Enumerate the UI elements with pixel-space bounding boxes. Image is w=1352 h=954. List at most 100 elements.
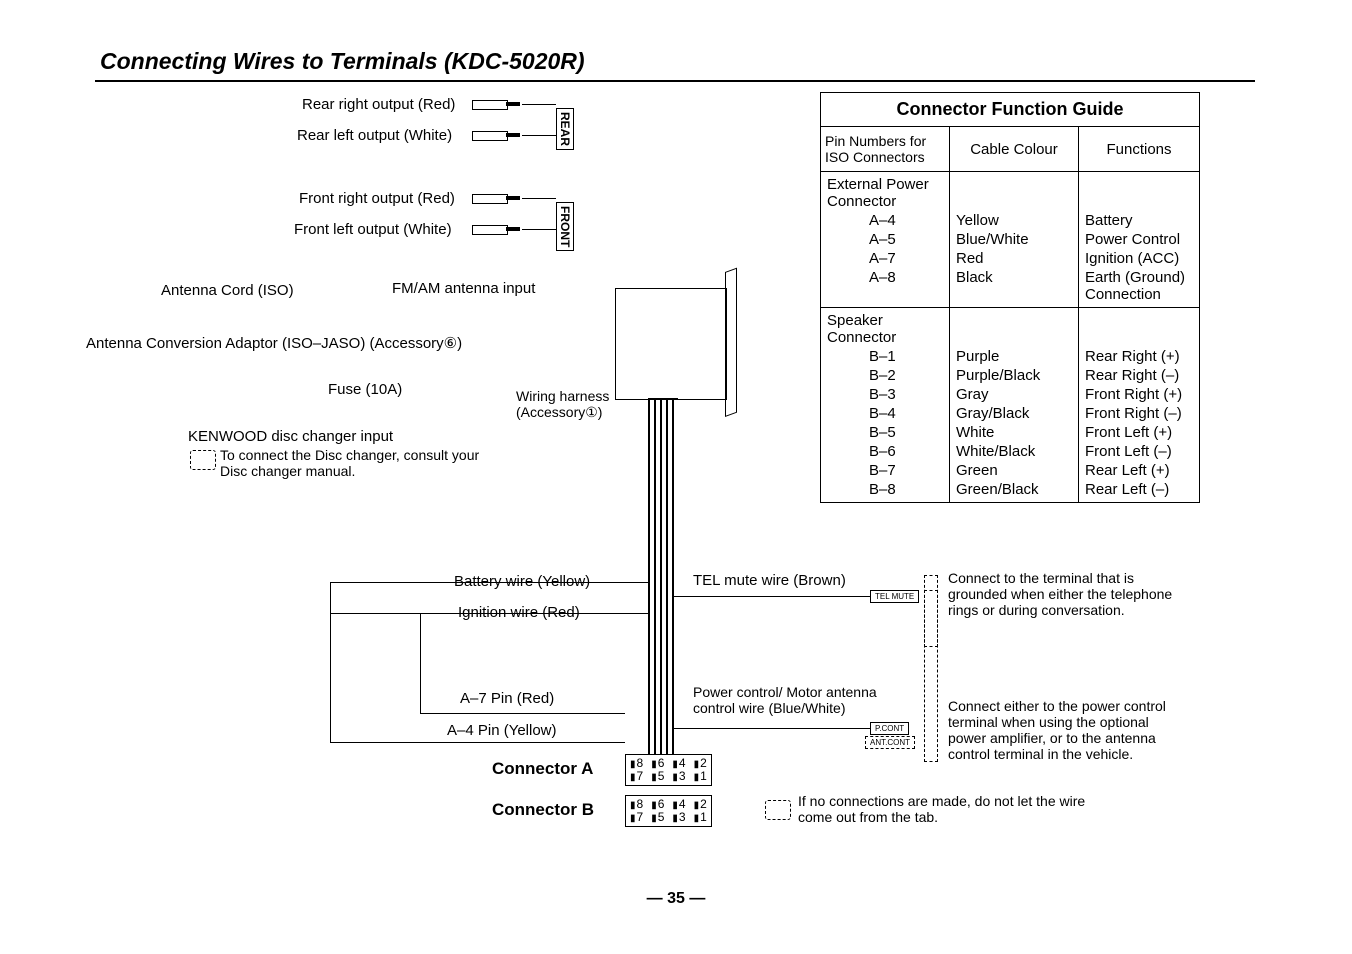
tag-pcont: P.CONT (870, 722, 909, 735)
wire-pcont (672, 728, 870, 729)
label-front-right-output: Front right output (Red) (299, 190, 455, 207)
guide-title: Connector Function Guide (821, 93, 1200, 127)
wire-batt-v (330, 582, 331, 742)
note-power-control: Connect either to the power control term… (948, 698, 1166, 762)
wire-batt (330, 582, 648, 583)
label-connector-b: Connector B (492, 800, 594, 820)
head-unit-front (725, 268, 737, 417)
guide-row: Earth (Ground) Connection (1079, 268, 1200, 308)
wire-trunk-vert4 (666, 398, 668, 758)
tag-antcont: ANT.CONT (865, 736, 915, 749)
note-tel-mute: Connect to the terminal that is grounded… (948, 570, 1172, 618)
wire-trunk-vert5 (672, 398, 674, 758)
guide-row: A–7 (821, 249, 950, 268)
connector-a-pins: 8 6 4 2 7 5 3 1 (625, 754, 712, 786)
pin-b7: 7 (630, 811, 643, 824)
lead-rl (522, 135, 556, 136)
pin-a3: 3 (672, 770, 685, 783)
wire-telmute (672, 596, 870, 597)
guide-row: Front Right (–) (1079, 404, 1200, 423)
guide-row: Power Control (1079, 230, 1200, 249)
label-rear-left-output: Rear left output (White) (297, 127, 452, 144)
tag-rear: REAR (556, 108, 574, 150)
guide-row: Black (950, 268, 1079, 308)
label-a7-pin: A–7 Pin (Red) (460, 690, 554, 707)
connector-function-guide: Connector Function Guide Pin Numbers for… (820, 92, 1200, 503)
rca-rear-left (472, 129, 522, 141)
label-front-left-output: Front left output (White) (294, 221, 452, 238)
guide-row: A–5 (821, 230, 950, 249)
guide-row: B–2 (821, 366, 950, 385)
title-rule (95, 80, 1255, 82)
label-fm-am-input: FM/AM antenna input (392, 280, 535, 297)
page-title: Connecting Wires to Terminals (KDC-5020R… (100, 48, 585, 75)
guide-row: B–4 (821, 404, 950, 423)
lead-rr (522, 104, 556, 105)
label-a4-pin: A–4 Pin (Yellow) (447, 722, 557, 739)
rca-front-left (472, 223, 522, 235)
wire-trunk-vert (648, 398, 650, 758)
guide-row: Red (950, 249, 1079, 268)
rca-front-right (472, 192, 522, 204)
guide-row: Rear Left (+) (1079, 461, 1200, 480)
wire-a7 (420, 713, 625, 714)
label-tel-mute-wire: TEL mute wire (Brown) (693, 572, 846, 589)
label-wiring-harness: Wiring harness (Accessory①) (516, 388, 609, 421)
head-unit-outline (615, 288, 727, 400)
lead-fr (522, 198, 556, 199)
wire-a4 (330, 742, 625, 743)
guide-row: White (950, 423, 1079, 442)
wire-trunk-vert3 (660, 398, 662, 758)
guide-row: Ignition (ACC) (1079, 249, 1200, 268)
guide-row: Rear Left (–) (1079, 480, 1200, 503)
guide-row: White/Black (950, 442, 1079, 461)
guide-row: Front Right (+) (1079, 385, 1200, 404)
pin-a7: 7 (630, 770, 643, 783)
guide-section-1-name: Speaker Connector (821, 308, 950, 348)
pin-b5: 5 (651, 811, 664, 824)
guide-header-colour: Cable Colour (950, 127, 1079, 172)
pin-b1: 1 (694, 811, 707, 824)
note-icon (190, 450, 216, 470)
guide-row: A–8 (821, 268, 950, 308)
guide-header-pin: Pin Numbers for ISO Connectors (821, 127, 950, 172)
guide-row: Front Left (–) (1079, 442, 1200, 461)
guide-row: Battery (1079, 211, 1200, 230)
guide-row: B–5 (821, 423, 950, 442)
note-disc-changer: To connect the Disc changer, consult you… (220, 447, 479, 479)
tag-tel-mute: TEL MUTE (870, 590, 919, 603)
guide-row: Green (950, 461, 1079, 480)
label-power-control-wire: Power control/ Motor antenna control wir… (693, 684, 877, 716)
guide-row: B–6 (821, 442, 950, 461)
wire-ign-v (420, 613, 421, 713)
wire-trunk-vert2 (654, 398, 656, 758)
label-disc-changer-input: KENWOOD disc changer input (188, 428, 393, 445)
guide-row: Gray/Black (950, 404, 1079, 423)
guide-row: Gray (950, 385, 1079, 404)
guide-row: A–4 (821, 211, 950, 230)
lead-fl (522, 229, 556, 230)
guide-row: B–8 (821, 480, 950, 503)
tag-front: FRONT (556, 202, 574, 251)
guide-row: Rear Right (–) (1079, 366, 1200, 385)
guide-row: B–1 (821, 347, 950, 366)
connector-b-pins: 8 6 4 2 7 5 3 1 (625, 795, 712, 827)
pin-a1: 1 (694, 770, 707, 783)
pin-a5: 5 (651, 770, 664, 783)
label-connector-a: Connector A (492, 759, 593, 779)
guide-row: Purple (950, 347, 1079, 366)
guide-row: Yellow (950, 211, 1079, 230)
guide-row: Rear Right (+) (1079, 347, 1200, 366)
note-icon (765, 800, 791, 820)
rca-rear-right (472, 98, 522, 110)
page-number: — 35 — (0, 890, 1352, 908)
guide-header-func: Functions (1079, 127, 1200, 172)
guide-row: Green/Black (950, 480, 1079, 503)
label-rear-right-output: Rear right output (Red) (302, 96, 455, 113)
pin-b3: 3 (672, 811, 685, 824)
guide-row: Front Left (+) (1079, 423, 1200, 442)
guide-row: B–3 (821, 385, 950, 404)
note-no-connection: If no connections are made, do not let t… (798, 793, 1085, 825)
guide-section-0-name: External Power Connector (821, 172, 950, 212)
guide-row: Blue/White (950, 230, 1079, 249)
